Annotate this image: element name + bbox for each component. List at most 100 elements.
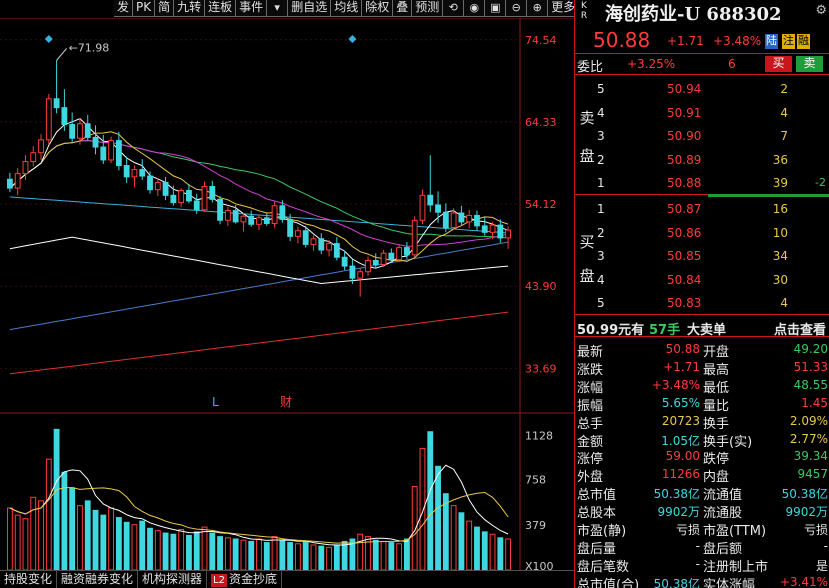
order-level: 4 [597,105,605,120]
candle-body [481,225,488,233]
l2-badge: L2 [211,574,227,587]
high-price-label: ←71.98 [69,41,110,54]
candle-body [248,215,255,225]
buy-order-row[interactable]: 1 50.87 16 [575,198,829,221]
stat-row: 盘后笔数 - 注册制上市是 [575,555,829,575]
zoom-out-icon[interactable]: ⊖ [506,0,528,17]
volume-bar [170,533,177,570]
kline-chart[interactable]: 74.54 64.33 54.12 43.90 33.69 1128 758 379 X100 ←… [0,18,574,570]
toolbar-jian-button[interactable]: 简 [155,0,175,17]
zoom-in-icon[interactable]: ⊕ [527,0,549,17]
order-volume-change: -2 [815,176,826,189]
volume-bar [458,512,465,570]
buy-button[interactable]: 买 [765,56,792,72]
volume-bar [388,542,395,570]
volume-bar [279,539,286,570]
toolbar-jiuzhuan-button[interactable]: 九转 [174,0,206,17]
tab-institution-detector[interactable]: 机构探测器 [138,571,208,588]
toolbar-pk-button[interactable]: PK [133,0,156,17]
volume-ma5-line [9,464,509,546]
sell-order-row[interactable]: 1 50.88 39 -2 [575,172,829,195]
sell-order-row[interactable]: 2 50.89 36 [575,149,829,172]
tab-holding-change[interactable]: 持股变化 [0,571,58,588]
order-price: 50.86 [667,225,702,240]
refresh-icon[interactable]: ⟲ [443,0,465,17]
kr-r: R [580,11,588,21]
candle-body [22,161,29,175]
tag-rong: 融 [797,34,810,49]
order-volume: 34 [772,249,788,263]
sell-button[interactable]: 卖 [796,56,823,72]
marker-l: L [212,395,219,409]
chevron-down-icon[interactable]: ▾ [267,0,289,17]
candle-body [357,271,364,279]
sell-order-row[interactable]: 5 50.94 2 [575,78,829,101]
volume-bar [427,431,434,570]
lock-icon[interactable]: ▣ [485,0,507,17]
stat-value: 2.77% [789,431,828,446]
stat-row: 涨停 59.00 跌停 39.34 [575,447,829,467]
stat-value: 50.38亿 [653,576,700,588]
candle-body [349,265,356,279]
candle-body [497,224,504,239]
price-tick-label: 33.69 [525,362,557,375]
volume-bar [84,500,91,570]
volume-ma10-line [9,487,509,544]
volume-bar [100,514,107,570]
price-tick-label: 64.33 [525,116,557,129]
view-big-order-link[interactable]: 点击查看 [774,319,826,338]
toolbar-overlay-button[interactable]: 叠 [393,0,413,17]
order-price: 50.85 [667,249,702,263]
stat-value: 50.38亿 [653,487,700,502]
order-price: 50.83 [667,296,702,310]
sell-order-row[interactable]: 4 50.91 4 [575,102,829,125]
eye-icon[interactable]: ◉ [464,0,486,17]
volume-bar [108,507,115,570]
order-volume: 2 [780,82,788,96]
candle-body [154,181,161,191]
toolbar-forecast-button[interactable]: 预测 [412,0,444,17]
candle-body [505,229,512,239]
candle-body [224,210,231,221]
candle-body [458,212,465,223]
toolbar-lianban-button[interactable]: 连板 [205,0,237,17]
stat-row: 总股本 9902万 流通股 9902万 [575,501,829,521]
big-order-label: 大卖单 [687,323,727,338]
order-level: 5 [597,296,605,310]
candle-body [240,215,247,223]
gear-icon[interactable]: ⚙ [815,3,827,18]
price-tick-label: 74.54 [525,34,557,47]
bottom-tabs: 持股变化 融资融券变化 机构探测器 L2 资金抄底 [0,570,574,588]
candle-body [131,169,138,178]
volume-bar [248,540,255,570]
volume-bar [217,536,223,570]
sell-order-row[interactable]: 3 50.90 7 [575,125,829,148]
ma-250-line [9,241,509,331]
toolbar-exright-button[interactable]: 除权 [362,0,394,17]
stat-value: 1.45 [801,395,828,410]
stat-value: +1.71 [663,359,700,374]
toolbar-fa-button[interactable]: 发 [114,0,134,17]
stat-row: 总手 20723 换手 2.09% [575,412,829,432]
toolbar-shijian-button[interactable]: 事件 [236,0,268,17]
tab-bottom-fishing[interactable]: L2 资金抄底 [207,571,282,588]
stat-value: - [695,556,700,571]
volume-bar [474,526,480,570]
stat-value: +3.41% [779,574,828,588]
kr-badge: KR [579,1,589,21]
buy-order-row[interactable]: 3 50.85 34 [575,245,829,268]
toolbar-remove-watchlist-button[interactable]: 删自选 [288,0,332,17]
volume-tick-label: X100 [525,560,554,570]
buy-order-row[interactable]: 2 50.86 10 [575,222,829,245]
buy-order-row[interactable]: 4 50.84 30 [575,269,829,292]
order-level: 3 [597,129,605,143]
buy-order-row[interactable]: 5 50.83 4 [575,292,829,315]
tab-margin-change[interactable]: 融资融券变化 [57,571,139,588]
candle-body [380,252,387,265]
toolbar-ma-button[interactable]: 均线 [331,0,363,17]
candle-body [139,169,146,177]
order-level: 1 [597,202,605,216]
stat-value: 50.38亿 [781,487,828,502]
quote-panel: KR 海创药业-U 688302 ⚙ 50.88 +1.71 +3.48% 陆 … [574,0,829,588]
stat-value: 9902万 [657,505,700,520]
